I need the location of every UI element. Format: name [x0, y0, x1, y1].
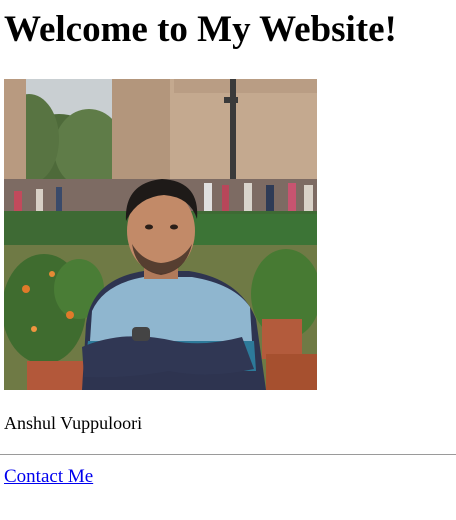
page-title: Welcome to My Website!	[4, 9, 397, 50]
name-caption: Anshul Vuppuloori	[4, 413, 143, 433]
profile-photo	[4, 79, 317, 390]
page-body: Welcome to My Website! Anshul Vuppuloori	[0, 9, 456, 434]
contact-me-link[interactable]: Contact Me	[4, 466, 93, 488]
